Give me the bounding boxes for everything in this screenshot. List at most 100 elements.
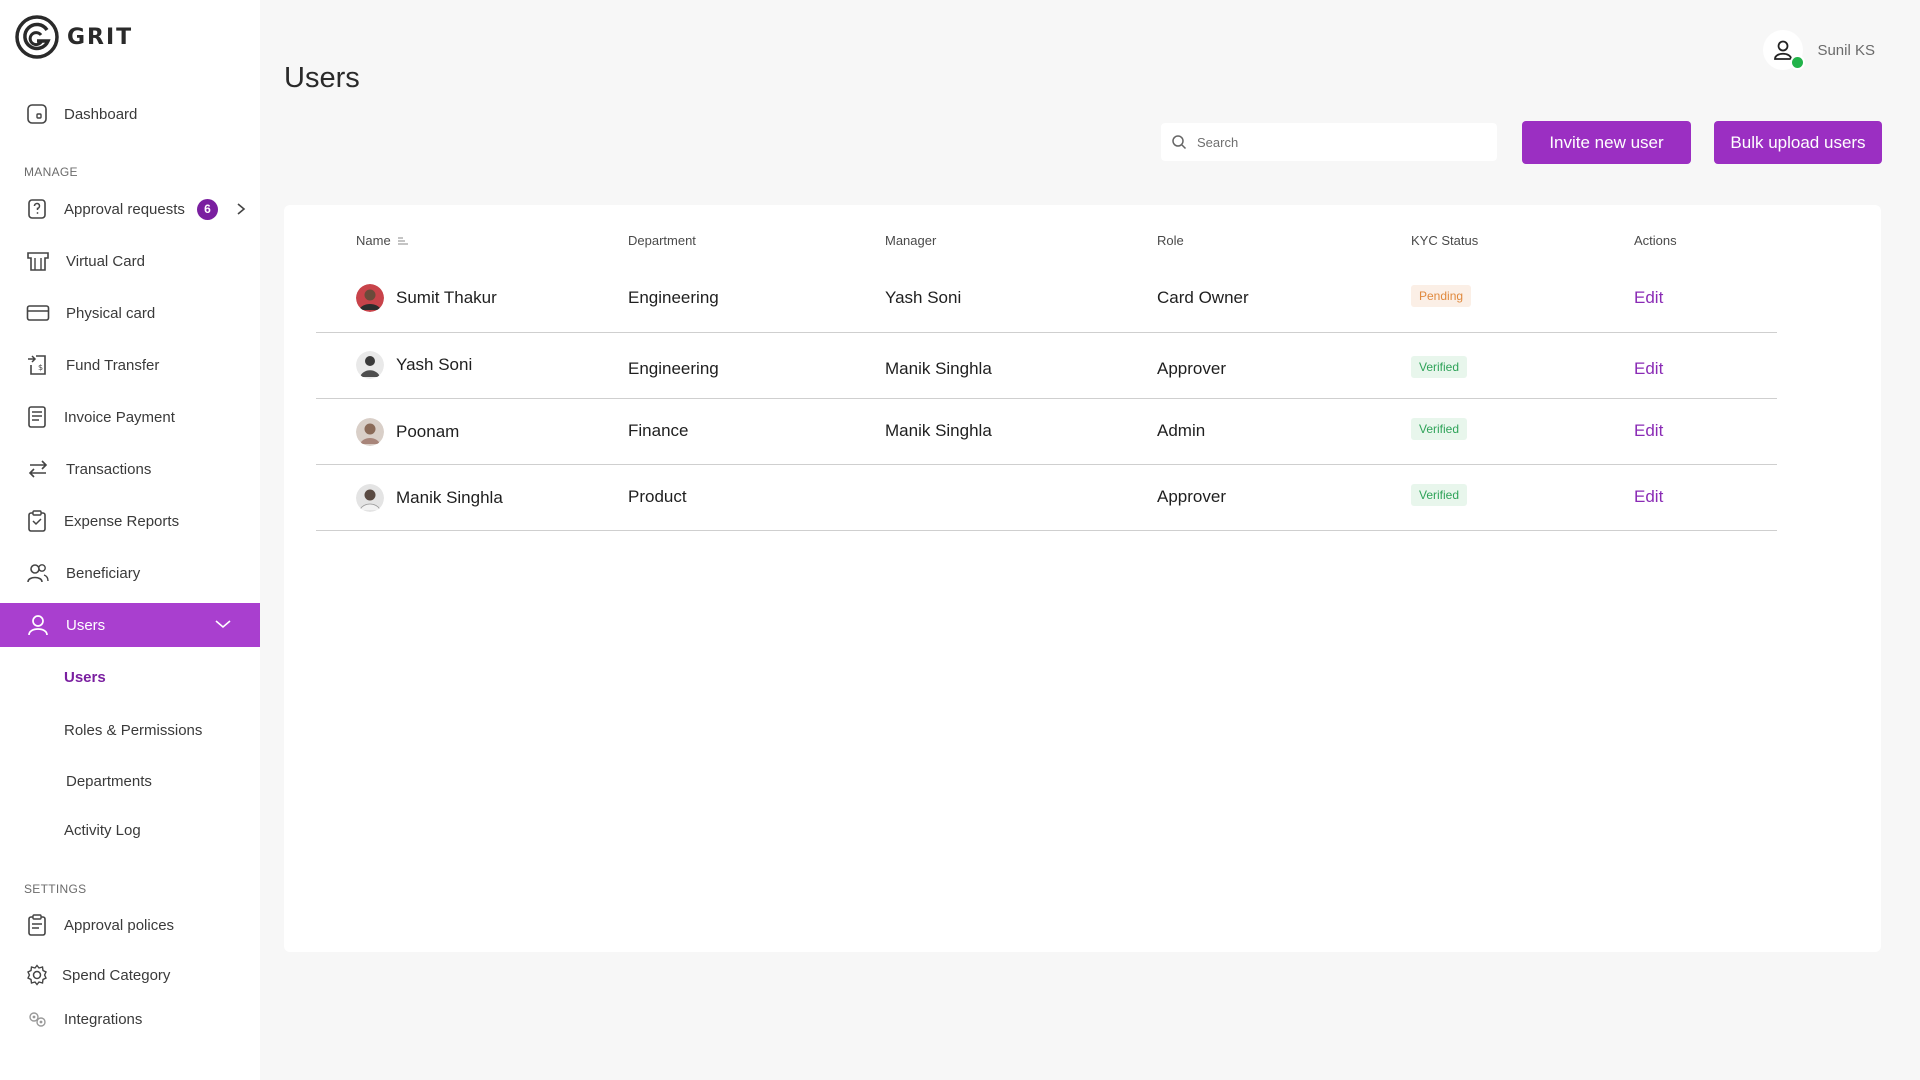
- name-cell: Manik Singhla: [356, 484, 503, 512]
- user-name: Manik Singhla: [396, 488, 503, 507]
- page-title: Users: [284, 62, 360, 94]
- manager-cell: Yash Soni: [885, 288, 962, 307]
- question-doc-icon: [28, 199, 46, 219]
- role-cell: Approver: [1157, 487, 1226, 506]
- brand-name: GRIT: [67, 24, 134, 50]
- avatar[interactable]: [1763, 30, 1806, 70]
- table-row[interactable]: Yash Soni Engineering Manik Singhla Appr…: [316, 333, 1777, 399]
- department-cell: Engineering: [628, 359, 719, 378]
- credit-card-icon: [26, 305, 50, 321]
- grit-logo-icon: [15, 15, 59, 59]
- search-icon: [1172, 135, 1187, 150]
- column-header-actions: Actions: [1634, 233, 1677, 248]
- user-name: Yash Soni: [396, 355, 473, 374]
- sidebar-item-virtual-card[interactable]: Virtual Card: [0, 239, 260, 283]
- sidebar-item-label: Beneficiary: [66, 564, 141, 582]
- manager-cell: Manik Singhla: [885, 359, 992, 378]
- kyc-status-badge: Verified: [1411, 484, 1468, 506]
- sidebar-item-integrations[interactable]: Integrations: [0, 997, 260, 1041]
- approval-count-badge: 6: [196, 198, 218, 220]
- kyc-status-badge: Verified: [1411, 356, 1468, 378]
- sidebar-item-fund-transfer[interactable]: $ Fund Transfer: [0, 343, 260, 387]
- clipboard-check-icon: [28, 914, 46, 936]
- sidebar-item-label: Integrations: [64, 1010, 143, 1028]
- dashboard-icon: [27, 104, 47, 124]
- sidebar: GRIT Dashboard MANAGE Approval requests …: [0, 0, 260, 1080]
- sidebar-item-label: Invoice Payment: [64, 408, 175, 426]
- role-cell: Admin: [1157, 421, 1206, 440]
- brand-logo[interactable]: GRIT: [15, 15, 133, 59]
- invoice-icon: [28, 406, 46, 428]
- sidebar-item-label: Expense Reports: [64, 512, 180, 530]
- search-bar[interactable]: [1161, 123, 1497, 161]
- sidebar-item-label: Spend Category: [62, 966, 171, 984]
- user-icon: [28, 615, 48, 636]
- clipboard-icon: [28, 510, 46, 532]
- submenu-item-departments[interactable]: Departments: [66, 773, 152, 790]
- edit-link[interactable]: Edit: [1634, 288, 1663, 308]
- column-header-department: Department: [628, 233, 696, 248]
- sort-icon[interactable]: [397, 236, 409, 246]
- table-row[interactable]: Manik Singhla Product Approver Verified …: [316, 465, 1777, 531]
- column-header-name[interactable]: Name: [356, 233, 409, 248]
- department-cell: Product: [628, 487, 687, 506]
- section-label-settings: SETTINGS: [24, 882, 87, 896]
- edit-link[interactable]: Edit: [1634, 359, 1663, 379]
- avatar: [356, 351, 384, 379]
- column-header-manager: Manager: [885, 233, 937, 248]
- manager-cell: Manik Singhla: [885, 421, 992, 440]
- submenu-item-roles-permissions[interactable]: Roles & Permissions: [64, 722, 202, 739]
- sidebar-item-label: Users: [66, 616, 106, 634]
- sidebar-item-label: Approval polices: [64, 916, 175, 934]
- svg-text:$: $: [38, 363, 43, 372]
- user-name: Sumit Thakur: [396, 288, 497, 307]
- invite-user-button[interactable]: Invite new user: [1522, 121, 1691, 164]
- sidebar-item-spend-category[interactable]: Spend Category: [0, 953, 260, 997]
- kyc-status-badge: Verified: [1411, 418, 1468, 440]
- people-icon: [27, 564, 49, 583]
- sidebar-item-label: Physical card: [66, 304, 156, 322]
- section-label-manage: MANAGE: [24, 165, 78, 179]
- user-name: Poonam: [396, 422, 460, 441]
- gear-icon: [27, 964, 47, 986]
- sidebar-item-beneficiary[interactable]: Beneficiary: [0, 551, 260, 595]
- user-profile[interactable]: Sunil KS: [1763, 30, 1875, 70]
- sidebar-item-transactions[interactable]: Transactions: [0, 447, 260, 491]
- avatar: [356, 484, 384, 512]
- users-table: Name Department Manager Role KYC Status …: [284, 205, 1881, 952]
- sidebar-item-expense-reports[interactable]: Expense Reports: [0, 499, 260, 543]
- search-input[interactable]: [1197, 134, 1477, 150]
- sidebar-item-dashboard[interactable]: Dashboard: [0, 92, 260, 136]
- name-cell: Poonam: [356, 418, 459, 446]
- submenu-item-activity-log[interactable]: Activity Log: [64, 822, 141, 839]
- chevron-right-icon[interactable]: [234, 201, 248, 217]
- table-row[interactable]: Sumit Thakur Engineering Yash Soni Card …: [316, 261, 1777, 333]
- avatar: [356, 418, 384, 446]
- profile-name: Sunil KS: [1817, 41, 1875, 59]
- edit-link[interactable]: Edit: [1634, 487, 1663, 507]
- virtual-card-icon: [27, 252, 49, 271]
- fund-transfer-icon: $: [28, 355, 46, 375]
- sidebar-item-approval-requests[interactable]: Approval requests 6: [0, 187, 260, 231]
- avatar: [356, 284, 384, 312]
- bulk-upload-button[interactable]: Bulk upload users: [1714, 121, 1882, 164]
- role-cell: Card Owner: [1157, 288, 1249, 307]
- kyc-status-badge: Pending: [1411, 285, 1472, 307]
- sidebar-item-label: Virtual Card: [66, 252, 145, 270]
- sidebar-item-invoice-payment[interactable]: Invoice Payment: [0, 395, 260, 439]
- sidebar-item-label: Transactions: [66, 460, 152, 478]
- integrations-icon: [29, 1012, 46, 1027]
- edit-link[interactable]: Edit: [1634, 421, 1663, 441]
- sidebar-item-users[interactable]: Users: [0, 603, 260, 647]
- column-header-kyc-status: KYC Status: [1411, 233, 1479, 248]
- submenu-item-users[interactable]: Users: [64, 669, 106, 686]
- table-row[interactable]: Poonam Finance Manik Singhla Admin Verif…: [316, 399, 1777, 465]
- column-header-role: Role: [1157, 233, 1184, 248]
- department-cell: Engineering: [628, 288, 719, 307]
- sidebar-item-label: Approval requests: [64, 200, 185, 218]
- sidebar-item-physical-card[interactable]: Physical card: [0, 291, 260, 335]
- chevron-down-icon[interactable]: [214, 617, 232, 631]
- sidebar-item-label: Dashboard: [64, 105, 138, 123]
- sidebar-item-label: Fund Transfer: [66, 356, 160, 374]
- sidebar-item-approval-polices[interactable]: Approval polices: [0, 903, 260, 947]
